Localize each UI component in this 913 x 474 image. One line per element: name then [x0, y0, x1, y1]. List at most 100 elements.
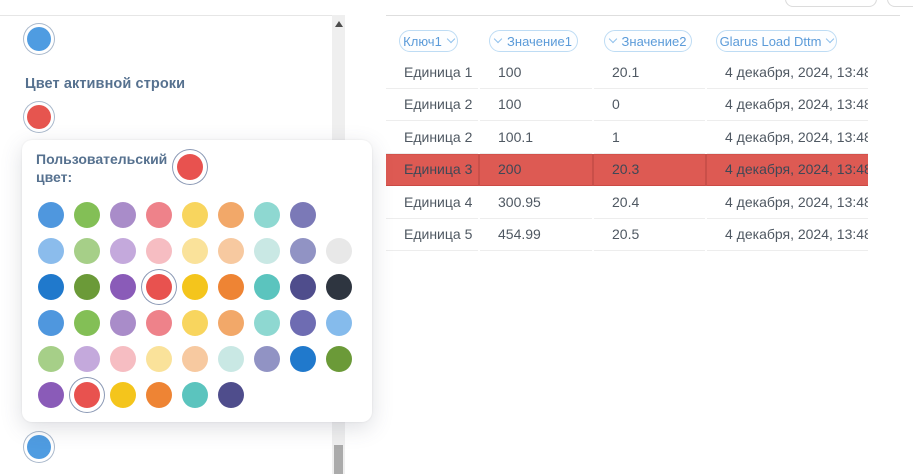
table-cell: 4 декабря, 2024, 13:48: [707, 219, 868, 252]
color-swatch[interactable]: [141, 269, 177, 305]
color-swatch-dot: [326, 238, 352, 264]
color-swatch[interactable]: [141, 197, 177, 233]
color-swatch[interactable]: [285, 305, 321, 341]
color-swatch[interactable]: [69, 305, 105, 341]
selected-color-swatch[interactable]: [177, 154, 203, 180]
toolbar-button-right[interactable]: [887, 0, 913, 7]
color-swatch[interactable]: [177, 305, 213, 341]
color-swatch[interactable]: [213, 197, 249, 233]
color-swatch[interactable]: [285, 269, 321, 305]
color-swatch[interactable]: [105, 377, 141, 413]
color-swatch[interactable]: [141, 377, 177, 413]
color-swatch-dot: [290, 238, 316, 264]
table-row[interactable]: Единица 4300.9520.44 декабря, 2024, 13:4…: [386, 186, 868, 219]
swatch-row: [33, 269, 357, 305]
color-swatch[interactable]: [321, 269, 357, 305]
color-swatch[interactable]: [321, 233, 357, 269]
color-swatch-dot: [254, 310, 280, 336]
color-swatch[interactable]: [285, 341, 321, 377]
table-cell: 4 декабря, 2024, 13:48: [707, 89, 868, 122]
color-swatch-dot: [146, 310, 172, 336]
column-header-glarus-load-dttm[interactable]: Glarus Load Dttm: [716, 30, 837, 52]
color-swatch[interactable]: [33, 341, 69, 377]
color-swatch-dot: [110, 310, 136, 336]
scroll-up-icon[interactable]: [335, 21, 343, 27]
color-swatch[interactable]: [249, 197, 285, 233]
column-header-label: Ключ1: [403, 34, 442, 49]
color-swatch[interactable]: [69, 197, 105, 233]
table-row[interactable]: Единица 5454.9920.54 декабря, 2024, 13:4…: [386, 219, 868, 252]
table-body: Единица 110020.14 декабря, 2024, 13:48Ед…: [386, 56, 868, 251]
color-swatch[interactable]: [141, 233, 177, 269]
scrollbar-thumb[interactable]: [334, 445, 343, 474]
color-swatch[interactable]: [177, 377, 213, 413]
color-swatch[interactable]: [177, 233, 213, 269]
color-swatch[interactable]: [213, 341, 249, 377]
color-swatch[interactable]: [141, 341, 177, 377]
table-row-active[interactable]: Единица 320020.34 декабря, 2024, 13:48: [386, 154, 868, 187]
color-swatch[interactable]: [33, 305, 69, 341]
column-header-value2[interactable]: Значение2: [604, 30, 692, 52]
color-swatch[interactable]: [285, 197, 321, 233]
chevron-down-icon: [608, 35, 616, 43]
color-swatch[interactable]: [69, 269, 105, 305]
color-swatch[interactable]: [213, 269, 249, 305]
data-table: Ключ1 Значение1 Значение2 Glarus Load Dt…: [386, 0, 913, 474]
color-swatch[interactable]: [177, 197, 213, 233]
table-cell: 300.95: [480, 186, 592, 219]
color-swatch[interactable]: [249, 341, 285, 377]
color-swatch-dot: [326, 346, 352, 372]
table-cell: 20.5: [594, 219, 705, 252]
color-swatch[interactable]: [33, 377, 69, 413]
color-swatch[interactable]: [105, 305, 141, 341]
color-swatch[interactable]: [285, 233, 321, 269]
color-swatch[interactable]: [105, 341, 141, 377]
color-swatch[interactable]: [249, 233, 285, 269]
table-cell: 20.3: [594, 154, 705, 187]
table-cell: 0: [594, 89, 705, 122]
color-grid: [33, 197, 357, 413]
swatch-row: [33, 341, 357, 377]
table-row[interactable]: Единица 210004 декабря, 2024, 13:48: [386, 89, 868, 122]
color-swatch[interactable]: [177, 341, 213, 377]
column-header-label: Glarus Load Dttm: [720, 34, 822, 49]
color-swatch-dot: [74, 382, 100, 408]
color-swatch[interactable]: [33, 233, 69, 269]
color-swatch-dot: [74, 238, 100, 264]
chevron-down-icon: [826, 35, 834, 43]
color-swatch[interactable]: [105, 269, 141, 305]
color-swatch[interactable]: [105, 233, 141, 269]
column-header-value1[interactable]: Значение1: [489, 30, 578, 52]
color-swatch[interactable]: [213, 233, 249, 269]
color-swatch-dot: [146, 202, 172, 228]
column-header-label: Значение1: [507, 34, 572, 49]
color-swatch[interactable]: [69, 377, 105, 413]
color-swatch[interactable]: [33, 197, 69, 233]
color-swatch[interactable]: [69, 341, 105, 377]
color-swatch-dot: [74, 346, 100, 372]
color-swatch[interactable]: [69, 233, 105, 269]
column-header-key1[interactable]: Ключ1: [399, 30, 458, 52]
color-swatch[interactable]: [321, 305, 357, 341]
color-swatch[interactable]: [321, 341, 357, 377]
color-swatch-dot: [38, 346, 64, 372]
color-swatch[interactable]: [141, 305, 177, 341]
table-row[interactable]: Единица 110020.14 декабря, 2024, 13:48: [386, 56, 868, 89]
color-picker-top[interactable]: [27, 27, 51, 51]
color-swatch[interactable]: [249, 305, 285, 341]
toolbar-button-left[interactable]: [785, 0, 877, 7]
color-swatch-dot: [74, 310, 100, 336]
color-swatch[interactable]: [177, 269, 213, 305]
color-swatch[interactable]: [213, 305, 249, 341]
color-picker-bottom[interactable]: [27, 435, 51, 459]
color-swatch[interactable]: [105, 197, 141, 233]
color-swatch[interactable]: [249, 269, 285, 305]
table-cell: Единица 3: [386, 154, 478, 187]
table-cell: 100.1: [480, 121, 592, 154]
table-row[interactable]: Единица 2100.114 декабря, 2024, 13:48: [386, 121, 868, 154]
color-swatch[interactable]: [33, 269, 69, 305]
swatch-row: [33, 233, 357, 269]
active-row-color-picker[interactable]: [27, 105, 51, 129]
chevron-down-icon: [494, 35, 502, 43]
color-swatch[interactable]: [213, 377, 249, 413]
